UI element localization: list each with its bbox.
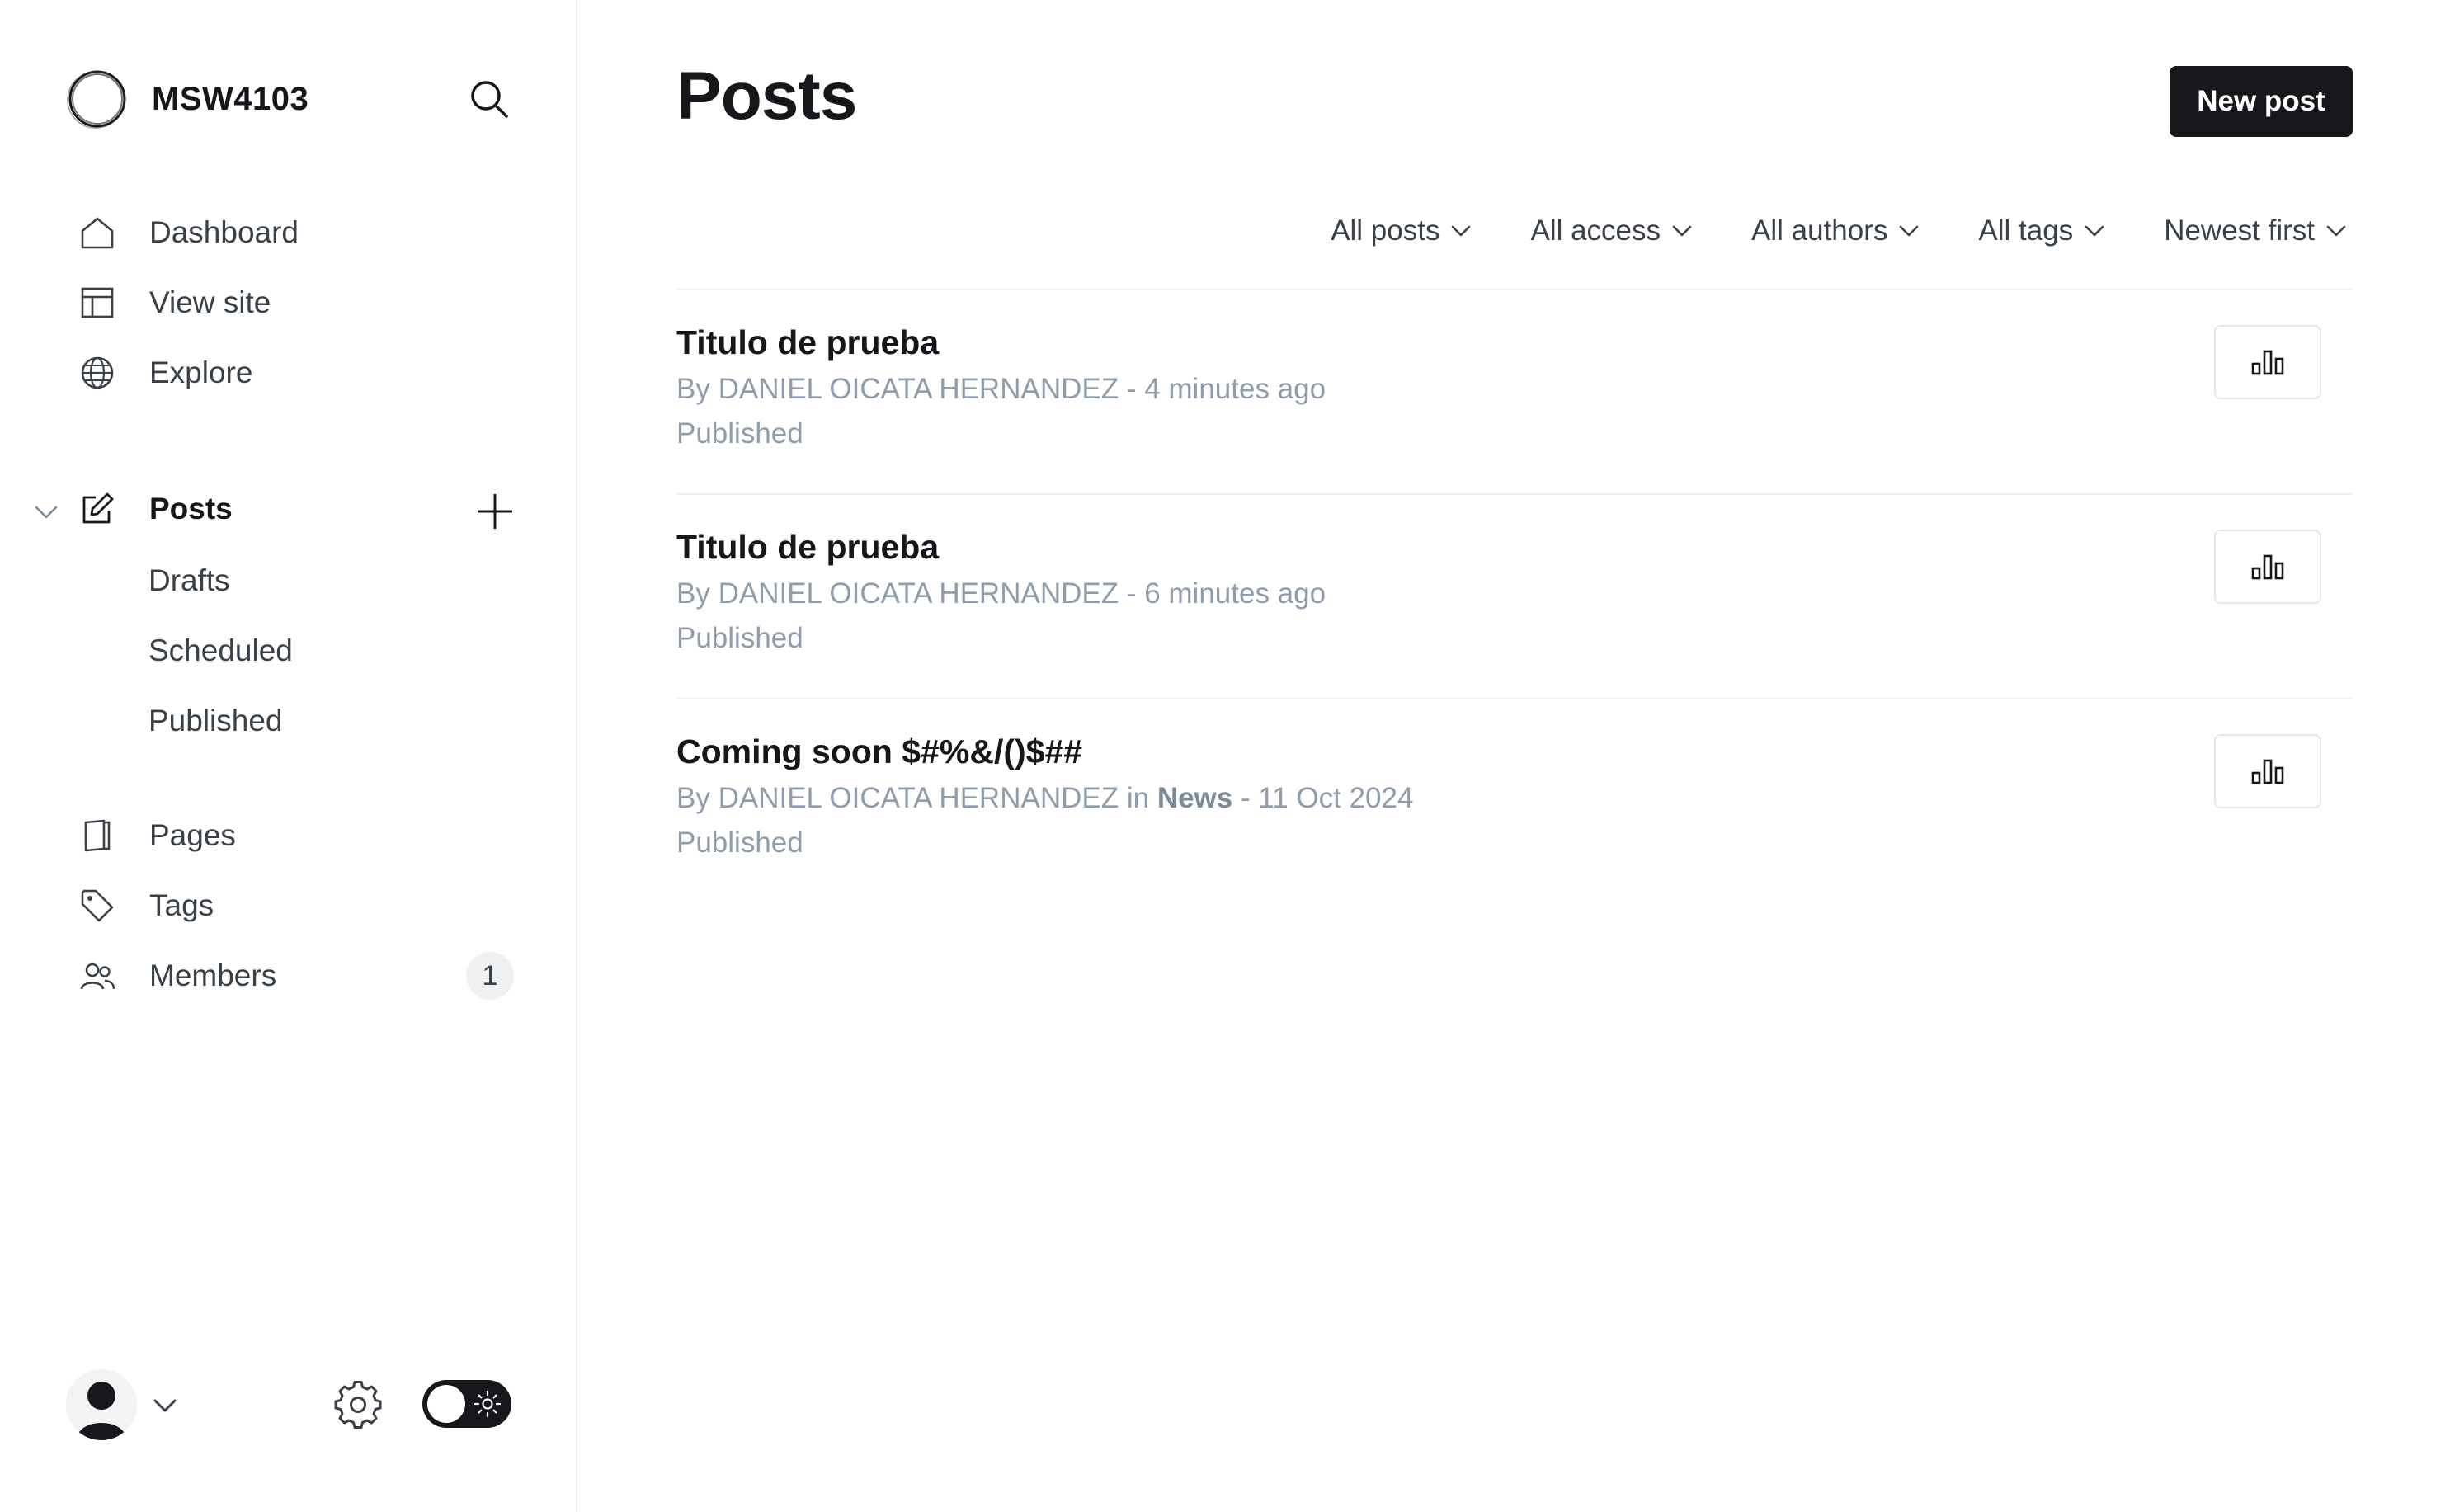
layout-icon (78, 284, 116, 322)
plus-icon (478, 494, 512, 529)
filter-label: All tags (1978, 214, 2074, 247)
post-analytics-button[interactable] (2214, 734, 2321, 808)
post-title[interactable]: Titulo de prueba (676, 323, 939, 362)
sidebar: MSW4103 Dashboard View site Explore Post… (0, 0, 577, 1512)
sidebar-item-label: Members (149, 959, 277, 992)
post-tag: News (1157, 782, 1233, 814)
avatar[interactable] (66, 1369, 137, 1440)
sidebar-item-posts[interactable]: Posts (78, 484, 233, 534)
post-row[interactable]: Titulo de prueba By DANIEL OICATA HERNAN… (676, 289, 2353, 493)
post-meta: By DANIEL OICATA HERNANDEZ in News - 11 … (676, 782, 1413, 815)
sidebar-item-label: Dashboard (149, 215, 299, 249)
sidebar-item-published[interactable]: Published (148, 696, 283, 746)
sidebar-item-dashboard[interactable]: Dashboard (78, 208, 299, 257)
page-title: Posts (676, 59, 857, 134)
posts-list: Titulo de prueba By DANIEL OICATA HERNAN… (676, 289, 2353, 902)
theme-toggle[interactable] (422, 1380, 511, 1428)
site-logo-icon (67, 70, 126, 129)
search-button[interactable] (466, 76, 512, 122)
sidebar-item-label: Explore (149, 356, 253, 389)
filter-authors-dropdown[interactable]: All authors (1751, 214, 1919, 247)
sidebar-item-scheduled[interactable]: Scheduled (148, 626, 293, 676)
post-title[interactable]: Coming soon $#%&/()$## (676, 732, 1082, 771)
post-row[interactable]: Titulo de prueba By DANIEL OICATA HERNAN… (676, 493, 2353, 698)
sidebar-item-label: Pages (149, 818, 236, 852)
sidebar-item-drafts[interactable]: Drafts (148, 556, 230, 605)
toggle-knob (427, 1385, 465, 1423)
post-meta: By DANIEL OICATA HERNANDEZ - 6 minutes a… (676, 577, 1326, 610)
post-in-label: in (1119, 782, 1157, 814)
sort-order-dropdown[interactable]: Newest first (2164, 214, 2346, 247)
main-content: Posts New post All posts All access All … (577, 0, 2450, 1512)
chevron-down-icon (1900, 225, 1919, 237)
filter-label: All authors (1751, 214, 1888, 247)
post-meta: By DANIEL OICATA HERNANDEZ - 4 minutes a… (676, 373, 1326, 406)
post-author: By DANIEL OICATA HERNANDEZ (676, 577, 1119, 610)
new-post-button[interactable]: New post (2170, 66, 2353, 137)
chevron-down-icon[interactable] (31, 497, 61, 527)
bar-chart-icon (2251, 759, 2284, 784)
post-row[interactable]: Coming soon $#%&/()$## By DANIEL OICATA … (676, 698, 2353, 902)
bar-chart-icon (2251, 350, 2284, 375)
sidebar-item-label: Tags (149, 888, 214, 922)
bar-chart-icon (2251, 554, 2284, 580)
chevron-down-icon (1672, 225, 1692, 237)
post-analytics-button[interactable] (2214, 530, 2321, 604)
members-count-badge: 1 (466, 952, 514, 1000)
filter-bar: All posts All access All authors All tag… (1271, 206, 2346, 256)
add-post-button[interactable] (470, 487, 520, 536)
sidebar-item-label: Posts (149, 492, 233, 525)
post-time: - 6 minutes ago (1119, 577, 1326, 610)
post-title[interactable]: Titulo de prueba (676, 528, 939, 567)
sidebar-item-members[interactable]: Members (78, 951, 276, 1001)
post-time: - 4 minutes ago (1119, 373, 1326, 405)
sidebar-item-label: View site (149, 285, 271, 319)
user-avatar-icon (77, 1382, 126, 1440)
filter-label: All posts (1331, 214, 1440, 247)
brand[interactable]: MSW4103 (66, 66, 309, 132)
members-icon (78, 957, 116, 995)
pages-icon (78, 817, 116, 855)
filter-type-dropdown[interactable]: All posts (1331, 214, 1471, 247)
chevron-down-icon (1452, 225, 1471, 237)
post-author: By DANIEL OICATA HERNANDEZ (676, 373, 1119, 405)
chevron-down-icon (2326, 225, 2346, 237)
sidebar-item-pages[interactable]: Pages (78, 811, 236, 860)
tag-icon (78, 887, 116, 925)
chevron-down-icon[interactable] (150, 1394, 180, 1417)
filter-access-dropdown[interactable]: All access (1530, 214, 1692, 247)
search-icon (471, 81, 508, 118)
filter-label: All access (1530, 214, 1661, 247)
post-status: Published (676, 417, 803, 450)
gear-icon[interactable] (333, 1380, 383, 1430)
chevron-down-icon (2085, 225, 2104, 237)
edit-icon (78, 490, 116, 528)
site-name: MSW4103 (152, 80, 309, 117)
filter-label: Newest first (2164, 214, 2315, 247)
sidebar-item-view-site[interactable]: View site (78, 278, 271, 327)
post-time: - 11 Oct 2024 (1232, 782, 1414, 814)
post-analytics-button[interactable] (2214, 325, 2321, 399)
sidebar-item-tags[interactable]: Tags (78, 881, 214, 930)
home-icon (78, 214, 116, 252)
filter-tags-dropdown[interactable]: All tags (1978, 214, 2104, 247)
globe-icon (78, 354, 116, 392)
sidebar-item-explore[interactable]: Explore (78, 348, 252, 398)
post-author: By DANIEL OICATA HERNANDEZ (676, 782, 1119, 814)
post-status: Published (676, 827, 803, 859)
sun-icon (474, 1390, 502, 1418)
post-status: Published (676, 622, 803, 654)
